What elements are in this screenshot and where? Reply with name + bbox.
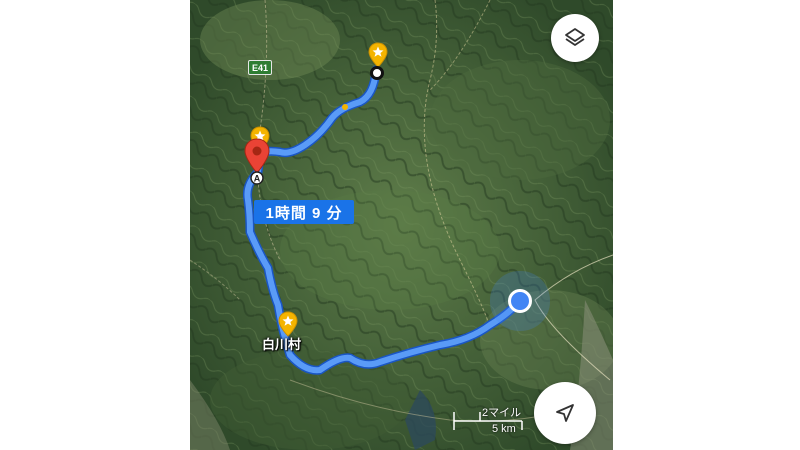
route-shield-label: E41 — [251, 62, 268, 73]
place-label: 白川村 — [262, 337, 302, 352]
marker-letter: A — [254, 174, 261, 184]
navigation-arrow-icon — [556, 404, 574, 422]
travel-time-text: 1時間 9 分 — [265, 204, 343, 222]
scale-km: 5 km — [492, 423, 516, 435]
route-shield-e41: E41 — [248, 60, 272, 75]
navigate-button[interactable] — [534, 382, 596, 444]
layers-icon — [565, 28, 585, 46]
destination-marker[interactable] — [370, 66, 384, 80]
star-pin-icon[interactable] — [368, 42, 388, 68]
location-pin-icon[interactable]: A — [243, 137, 275, 185]
travel-time-label[interactable]: 1時間 9 分 — [254, 200, 354, 224]
current-location-dot[interactable] — [508, 289, 532, 313]
layers-button[interactable] — [551, 14, 599, 62]
scale-miles: 2マイル — [482, 407, 522, 419]
map-scale: 2マイル 5 km — [452, 400, 532, 440]
